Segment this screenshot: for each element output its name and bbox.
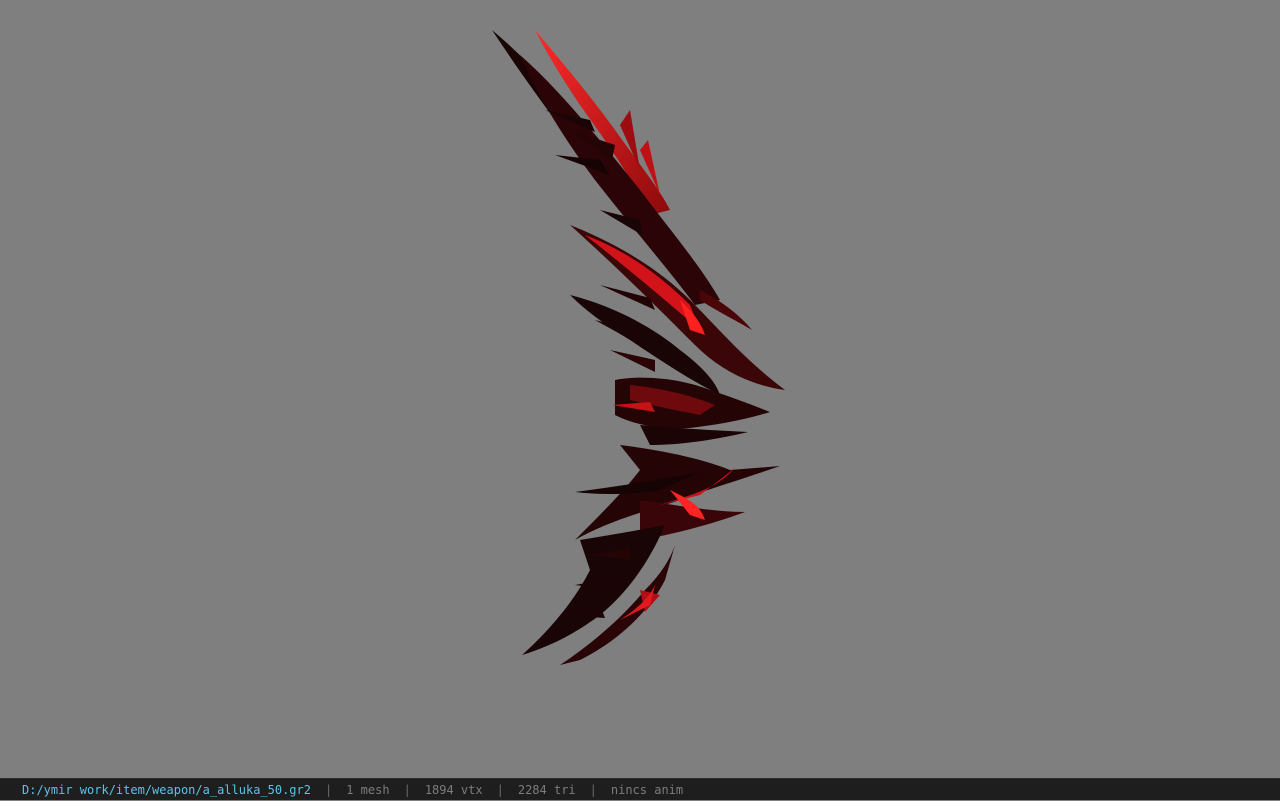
separator: | — [324, 782, 333, 797]
3d-viewport[interactable] — [0, 0, 1280, 778]
vertex-count: 1894 vtx — [424, 782, 483, 797]
bow-model — [492, 30, 785, 665]
bow-limb-lower — [522, 445, 780, 665]
separator: | — [403, 782, 411, 797]
status-bar: D:/ymir work/item/weapon/a_alluka_50.gr2… — [0, 778, 1280, 800]
triangle-count: 2284 tri — [517, 782, 576, 797]
mesh-count: 1 mesh — [346, 782, 390, 797]
bow-limb-upper — [492, 30, 752, 330]
separator: | — [589, 782, 597, 797]
file-path: D:/ymir work/item/weapon/a_alluka_50.gr2 — [22, 782, 311, 797]
animation-status: nincs anim — [610, 782, 684, 797]
separator: | — [496, 782, 504, 797]
